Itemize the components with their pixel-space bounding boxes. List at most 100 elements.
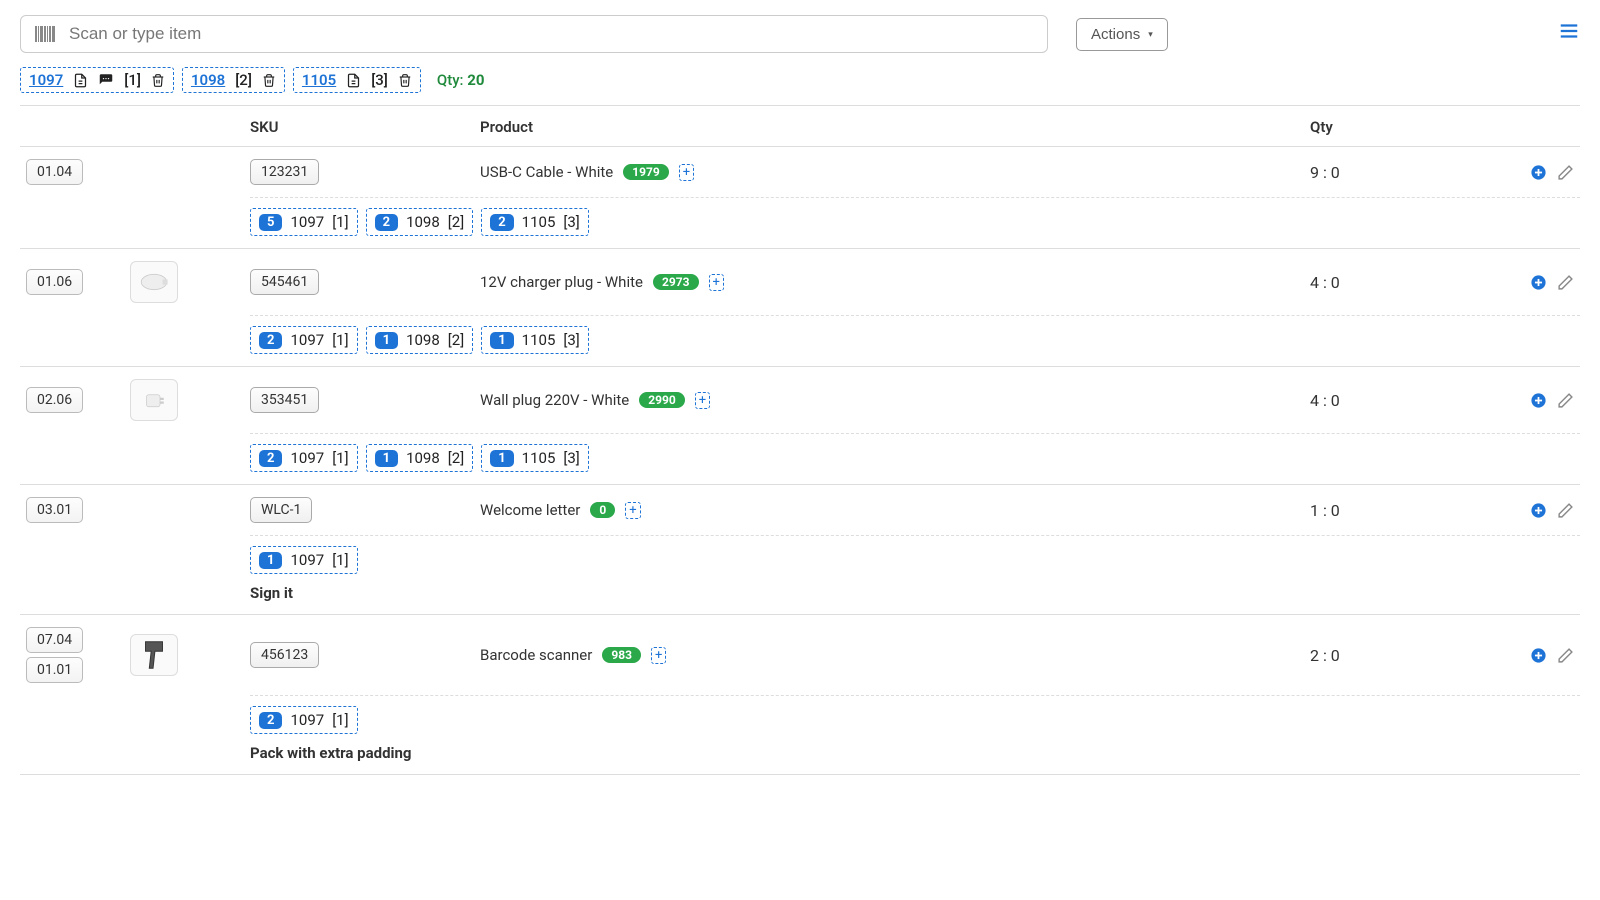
edit-icon[interactable] (1557, 274, 1574, 291)
barcode-icon (35, 26, 55, 42)
allocation-chip[interactable]: 1 1105 [3] (481, 326, 589, 354)
location-badge[interactable]: 02.06 (26, 387, 83, 413)
allocation-order: 1097 (290, 331, 324, 349)
allocation-chip[interactable]: 11097[1] (250, 546, 358, 574)
product-thumbnail[interactable] (130, 634, 178, 676)
allocation-index: [2] (448, 213, 464, 231)
expand-icon[interactable]: + (709, 274, 724, 291)
document-icon[interactable] (346, 73, 361, 88)
sku-badge[interactable]: 123231 (250, 159, 319, 185)
allocation-qty: 1 (375, 332, 398, 349)
add-icon[interactable] (1530, 164, 1547, 181)
allocation-index: [3] (563, 213, 579, 231)
document-icon[interactable] (73, 73, 88, 88)
expand-icon[interactable]: + (625, 502, 640, 519)
allocation-chip[interactable]: 21097[1] (250, 444, 358, 472)
order-link[interactable]: 1105 (302, 71, 336, 89)
stock-pill: 2990 (639, 392, 685, 408)
sku-badge[interactable]: WLC-1 (250, 497, 312, 523)
location-badge[interactable]: 07.04 (26, 627, 83, 653)
product-name: 12V charger plug - White (480, 273, 643, 291)
actions-label: Actions (1091, 26, 1140, 43)
allocation-qty: 2 (259, 712, 282, 729)
allocation-order: 1105 (522, 213, 556, 231)
edit-icon[interactable] (1557, 392, 1574, 409)
edit-icon[interactable] (1557, 502, 1574, 519)
col-sku: SKU (250, 118, 480, 136)
actions-dropdown[interactable]: Actions ▾ (1076, 18, 1168, 51)
qty-value: 4 : 0 (1310, 391, 1490, 410)
trash-icon[interactable] (398, 73, 412, 88)
allocation-chip[interactable]: 2 1105 [3] (481, 208, 589, 236)
order-link[interactable]: 1098 (191, 71, 225, 89)
allocation-index: [1] (332, 213, 348, 231)
product-thumbnail[interactable] (130, 261, 178, 303)
qty-value: 4 : 0 (1310, 273, 1490, 292)
allocation-index: [2] (448, 331, 464, 349)
edit-icon[interactable] (1557, 647, 1574, 664)
order-chip: 1097 [1] (20, 67, 174, 93)
allocation-order: 1097 (290, 711, 324, 729)
order-index: [2] (235, 71, 252, 89)
expand-icon[interactable]: + (651, 647, 666, 664)
location-badge[interactable]: 01.06 (26, 269, 83, 295)
product-name: Welcome letter (480, 501, 580, 519)
allocation-index: [3] (563, 331, 579, 349)
table-row: 01.0654546112V charger plug - White2973+… (20, 249, 1580, 367)
allocation-qty: 1 (375, 450, 398, 467)
sku-badge[interactable]: 545461 (250, 269, 319, 295)
allocation-chip[interactable]: 21097[1] (250, 326, 358, 354)
allocation-order: 1105 (522, 331, 556, 349)
sku-badge[interactable]: 353451 (250, 387, 319, 413)
allocation-chip[interactable]: 21097[1] (250, 706, 358, 734)
edit-icon[interactable] (1557, 164, 1574, 181)
location-badge[interactable]: 03.01 (26, 497, 83, 523)
table-header: SKU Product Qty (20, 106, 1580, 147)
allocation-qty: 1 (490, 332, 513, 349)
allocation-qty: 5 (259, 214, 282, 231)
order-link[interactable]: 1097 (29, 71, 63, 89)
add-icon[interactable] (1530, 392, 1547, 409)
allocation-order: 1098 (406, 449, 440, 467)
qty-value: 2 : 0 (1310, 646, 1490, 665)
chat-icon[interactable] (98, 73, 114, 88)
allocation-order: 1097 (290, 449, 324, 467)
expand-icon[interactable]: + (679, 164, 694, 181)
trash-icon[interactable] (262, 73, 276, 88)
sku-badge[interactable]: 456123 (250, 642, 319, 668)
allocation-qty: 2 (375, 214, 398, 231)
location-badge[interactable]: 01.01 (26, 657, 83, 683)
table-row: 01.04123231USB-C Cable - White1979+9 : 0… (20, 147, 1580, 249)
allocation-order: 1097 (290, 213, 324, 231)
order-index: [1] (124, 71, 141, 89)
qty-value: 1 : 0 (1310, 501, 1490, 520)
add-icon[interactable] (1530, 647, 1547, 664)
allocation-chip[interactable]: 1 1098 [2] (366, 326, 474, 354)
add-icon[interactable] (1530, 274, 1547, 291)
menu-button[interactable] (1558, 20, 1580, 42)
row-note: Sign it (250, 584, 1580, 602)
product-thumbnail[interactable] (130, 379, 178, 421)
allocation-qty: 2 (490, 214, 513, 231)
add-icon[interactable] (1530, 502, 1547, 519)
col-qty: Qty (1310, 118, 1490, 136)
stock-pill: 0 (590, 502, 615, 518)
allocation-chip[interactable]: 21098[2] (366, 208, 474, 236)
qty-total: Qty: 20 (437, 71, 485, 89)
scan-input-wrap[interactable] (20, 15, 1048, 53)
allocation-index: [2] (448, 449, 464, 467)
scan-input[interactable] (69, 24, 1033, 44)
expand-icon[interactable]: + (695, 392, 710, 409)
allocation-chip[interactable]: 11105[3] (481, 444, 589, 472)
allocation-order: 1098 (406, 331, 440, 349)
allocation-chip[interactable]: 1 1098 [2] (366, 444, 474, 472)
order-index: [3] (371, 71, 388, 89)
allocation-chip[interactable]: 5 1097 [1] (250, 208, 358, 236)
chevron-down-icon: ▾ (1148, 29, 1153, 40)
allocation-qty: 1 (259, 552, 282, 569)
location-badge[interactable]: 01.04 (26, 159, 83, 185)
order-chip: 1098 [2] (182, 67, 285, 93)
stock-pill: 1979 (623, 164, 669, 180)
trash-icon[interactable] (151, 73, 165, 88)
allocation-order: 1105 (522, 449, 556, 467)
